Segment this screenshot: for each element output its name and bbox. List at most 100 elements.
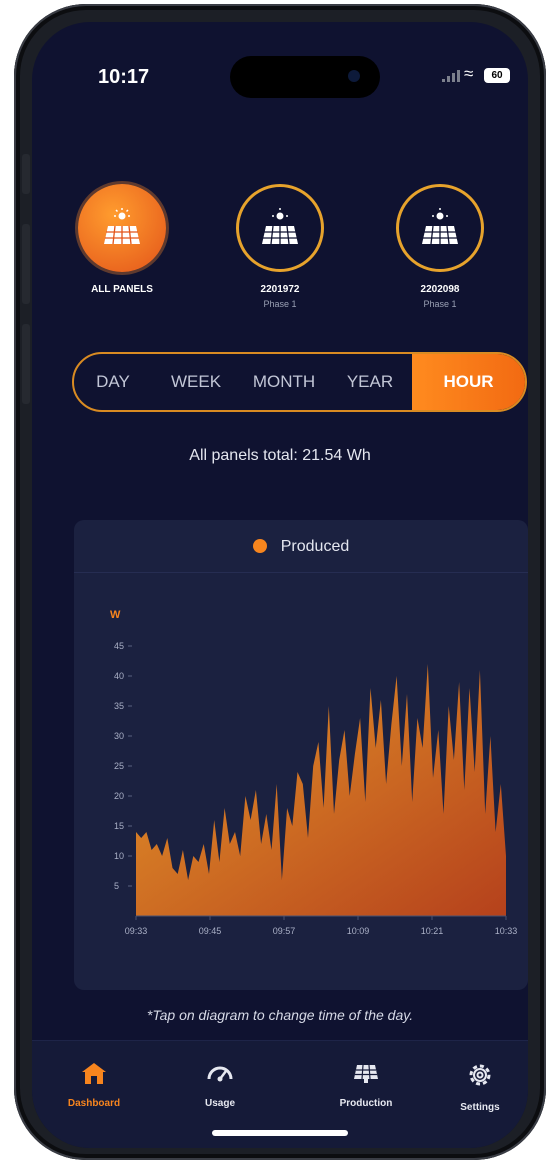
data-point bbox=[161, 855, 163, 857]
gauge-icon bbox=[207, 1066, 233, 1082]
data-point bbox=[484, 813, 486, 815]
data-point bbox=[208, 873, 210, 875]
data-point bbox=[385, 783, 387, 785]
panel-2202098[interactable]: 2202098 Phase 1 bbox=[370, 184, 510, 309]
tab-week[interactable]: WEEK bbox=[152, 354, 240, 410]
data-point bbox=[427, 663, 429, 665]
data-point bbox=[416, 717, 418, 719]
data-point bbox=[286, 807, 288, 809]
data-point bbox=[271, 849, 273, 851]
data-point bbox=[411, 801, 413, 803]
y-tick-label: 15 bbox=[114, 821, 124, 831]
data-point bbox=[375, 747, 377, 749]
tab-hour[interactable]: HOUR bbox=[412, 354, 525, 410]
data-point bbox=[370, 687, 372, 689]
data-point bbox=[500, 783, 502, 785]
data-point bbox=[250, 819, 252, 821]
data-point bbox=[489, 735, 491, 737]
y-tick-label: 20 bbox=[114, 791, 124, 801]
panel-name: 2202098 bbox=[420, 284, 460, 295]
data-point bbox=[364, 801, 366, 803]
status-time: 10:17 bbox=[98, 66, 150, 88]
panel-all[interactable]: ALL PANELS bbox=[52, 184, 192, 299]
data-point bbox=[390, 723, 392, 725]
tab-day[interactable]: DAY bbox=[74, 354, 152, 410]
total-label: All panels total: 21.54 Wh bbox=[189, 447, 371, 464]
y-tick-label: 10 bbox=[114, 851, 124, 861]
panel-sub: Phase 1 bbox=[423, 299, 457, 309]
data-point bbox=[307, 837, 309, 839]
data-point bbox=[312, 765, 314, 767]
x-tick-label: 09:33 bbox=[125, 926, 148, 936]
signal-icon bbox=[442, 70, 460, 82]
data-point bbox=[203, 843, 205, 845]
data-point bbox=[333, 813, 335, 815]
data-point bbox=[495, 831, 497, 833]
y-tick-label: 5 bbox=[114, 881, 119, 891]
data-point bbox=[505, 855, 507, 857]
hint-text: *Tap on diagram to change time of the da… bbox=[146, 1007, 414, 1023]
solar-panel-icon bbox=[78, 184, 166, 272]
data-point bbox=[260, 843, 262, 845]
y-tick-label: 30 bbox=[114, 731, 124, 741]
tab-month[interactable]: MONTH bbox=[240, 354, 328, 410]
production-chart[interactable]: W 5 10 15 20 25 30 35 40 45 09:33 09:45 09:57 10:09 10… bbox=[74, 580, 528, 980]
panel-sub: Phase 1 bbox=[263, 299, 297, 309]
data-point bbox=[302, 783, 304, 785]
data-point bbox=[463, 789, 465, 791]
x-tick-label: 10:21 bbox=[421, 926, 444, 936]
data-point bbox=[354, 753, 356, 755]
data-point bbox=[479, 669, 481, 671]
data-point bbox=[317, 741, 319, 743]
data-point bbox=[187, 879, 189, 881]
data-point bbox=[229, 843, 231, 845]
x-tick-label: 10:09 bbox=[347, 926, 370, 936]
data-point bbox=[239, 855, 241, 857]
data-point bbox=[182, 849, 184, 851]
period-tabs: DAY WEEK MONTH YEAR HOUR bbox=[72, 352, 527, 412]
chart-card[interactable]: Produced W 5 10 15 20 25 30 35 40 45 09:33 09:45 09:… bbox=[74, 520, 528, 990]
volume-up-button bbox=[22, 224, 30, 304]
tab-year[interactable]: YEAR bbox=[328, 354, 412, 410]
data-point bbox=[469, 687, 471, 689]
data-point bbox=[172, 867, 174, 869]
chart-legend: Produced bbox=[74, 538, 528, 556]
x-tick-label: 09:57 bbox=[273, 926, 296, 936]
series-area-produced bbox=[136, 664, 506, 916]
panel-2201972[interactable]: 2201972 Phase 1 bbox=[210, 184, 350, 309]
divider bbox=[74, 572, 528, 573]
data-point bbox=[443, 813, 445, 815]
nav-label: Usage bbox=[204, 1098, 235, 1109]
legend-label: Produced bbox=[280, 538, 350, 555]
solar-panel-icon bbox=[236, 184, 324, 272]
data-point bbox=[401, 765, 403, 767]
nav-usage[interactable]: Usage bbox=[170, 1061, 270, 1109]
dynamic-island bbox=[230, 56, 380, 98]
data-point bbox=[177, 873, 179, 875]
action-button bbox=[22, 154, 30, 194]
data-point bbox=[244, 795, 246, 797]
nav-label: Settings bbox=[460, 1102, 500, 1113]
nav-settings[interactable]: Settings bbox=[430, 1061, 528, 1113]
data-point bbox=[291, 825, 293, 827]
y-tick-label: 25 bbox=[114, 761, 124, 771]
legend-dot-icon bbox=[252, 539, 267, 553]
nav-dashboard[interactable]: Dashboard bbox=[44, 1061, 144, 1109]
nav-label: Production bbox=[339, 1098, 393, 1109]
nav-production[interactable]: Production bbox=[316, 1061, 416, 1109]
data-point bbox=[380, 699, 382, 701]
solar-panel-icon bbox=[354, 1064, 378, 1083]
volume-down-button bbox=[22, 324, 30, 404]
data-point bbox=[276, 783, 278, 785]
y-tick-label: 35 bbox=[114, 701, 124, 711]
data-point bbox=[213, 819, 215, 821]
data-point bbox=[458, 681, 460, 683]
data-point bbox=[422, 747, 424, 749]
gear-icon bbox=[469, 1064, 491, 1086]
y-axis-label: W bbox=[110, 609, 121, 621]
data-point bbox=[396, 675, 398, 677]
data-point bbox=[166, 837, 168, 839]
data-point bbox=[453, 759, 455, 761]
data-point bbox=[255, 789, 257, 791]
home-indicator bbox=[212, 1130, 348, 1136]
